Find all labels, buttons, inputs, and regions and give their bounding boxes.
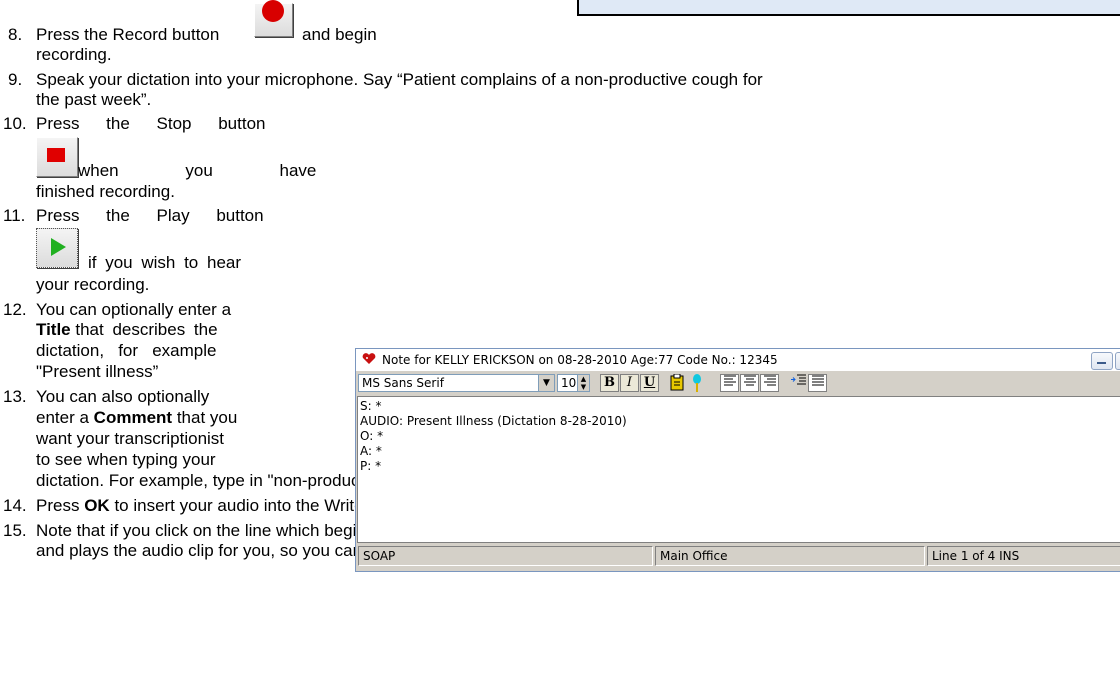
step-number: 13. [3, 387, 27, 406]
step-text: Title that describes the [36, 320, 218, 339]
font-size-value: 10 [561, 376, 577, 390]
editor-line[interactable]: S: * [360, 399, 381, 414]
step-text: Press the Stop button [36, 114, 266, 133]
font-size-select[interactable]: 10 ▲ ▼ [557, 374, 590, 392]
step-text: Speak your dictation into your microphon… [36, 70, 763, 89]
step-text: Press the Record button [36, 25, 220, 44]
justify-icon [811, 375, 824, 386]
align-right-icon [763, 375, 776, 386]
step-text: if you wish to hear [88, 253, 242, 272]
step-number: 12. [3, 300, 27, 319]
editor-line[interactable]: AUDIO: Present Illness (Dictation 8-28-2… [360, 414, 627, 429]
step-number: 15. [3, 521, 27, 540]
italic-button[interactable]: I [620, 374, 639, 392]
step-text: want your transcriptionist [36, 429, 225, 448]
status-line-position: Line 1 of 4 INS [927, 546, 1120, 566]
stop-icon [36, 137, 78, 177]
minimize-icon [1097, 362, 1106, 364]
step-text: to see when typing your [36, 450, 216, 469]
align-left-button[interactable] [720, 374, 739, 392]
minimize-button[interactable] [1091, 352, 1113, 370]
step-text: "Present illness” [36, 362, 159, 381]
bold-button[interactable]: B [600, 374, 619, 392]
step-text: when you have [78, 161, 317, 180]
justify-button[interactable] [808, 374, 827, 392]
clipboard-icon[interactable] [667, 373, 686, 392]
indent-button[interactable] [789, 374, 808, 392]
chevron-down-icon: ▼ [538, 375, 554, 391]
window-title: Note for KELLY ERICKSON on 08-28-2010 Ag… [382, 353, 778, 367]
step-text: dictation, for example [36, 341, 217, 360]
spin-arrows-icon: ▲ ▼ [577, 375, 589, 391]
step-text: Press the Play button [36, 206, 264, 225]
step-text: your recording. [36, 275, 150, 294]
underline-button[interactable]: U [640, 374, 659, 392]
step-text: and begin [302, 25, 377, 44]
note-writer-window: Note for KELLY ERICKSON on 08-28-2010 Ag… [355, 348, 1120, 572]
font-name-select[interactable]: MS Sans Serif ▼ [358, 374, 555, 392]
step-text: recording. [36, 45, 112, 64]
record-icon [254, 0, 293, 37]
align-right-button[interactable] [760, 374, 779, 392]
editor-line[interactable]: P: * [360, 459, 381, 474]
maximize-button[interactable] [1115, 352, 1120, 370]
step-text: You can also optionally [36, 387, 210, 406]
note-editor[interactable]: S: * AUDIO: Present Illness (Dictation 8… [357, 396, 1120, 543]
format-toolbar: MS Sans Serif ▼ 10 ▲ ▼ B I U [356, 371, 1120, 396]
previous-figure-frame [577, 0, 1120, 16]
step-text: enter a Comment that you [36, 408, 238, 427]
step-number: 10. [3, 114, 27, 133]
play-icon [36, 228, 78, 268]
status-location: Main Office [655, 546, 925, 566]
step-text: the past week”. [36, 90, 152, 109]
step-number: 8. [8, 25, 23, 44]
status-bar: SOAP Main Office Line 1 of 4 INS [356, 543, 1120, 570]
microphone-icon[interactable] [687, 374, 706, 392]
indent-icon [790, 374, 806, 385]
align-center-button[interactable] [740, 374, 759, 392]
align-center-icon [743, 375, 756, 386]
step-text: You can optionally enter a [36, 300, 232, 319]
step-number: 9. [8, 70, 23, 89]
step-text: Press OK to insert your audio into the W… [36, 496, 374, 515]
window-titlebar: Note for KELLY ERICKSON on 08-28-2010 Ag… [356, 349, 1120, 371]
editor-line[interactable]: O: * [360, 429, 383, 444]
align-left-icon [723, 375, 736, 386]
step-number: 11. [3, 206, 26, 225]
app-heart-icon [362, 353, 376, 364]
step-text: finished recording. [36, 182, 175, 201]
font-name-value: MS Sans Serif [362, 376, 444, 390]
editor-line[interactable]: A: * [360, 444, 382, 459]
step-number: 14. [3, 496, 27, 515]
status-template: SOAP [358, 546, 653, 566]
